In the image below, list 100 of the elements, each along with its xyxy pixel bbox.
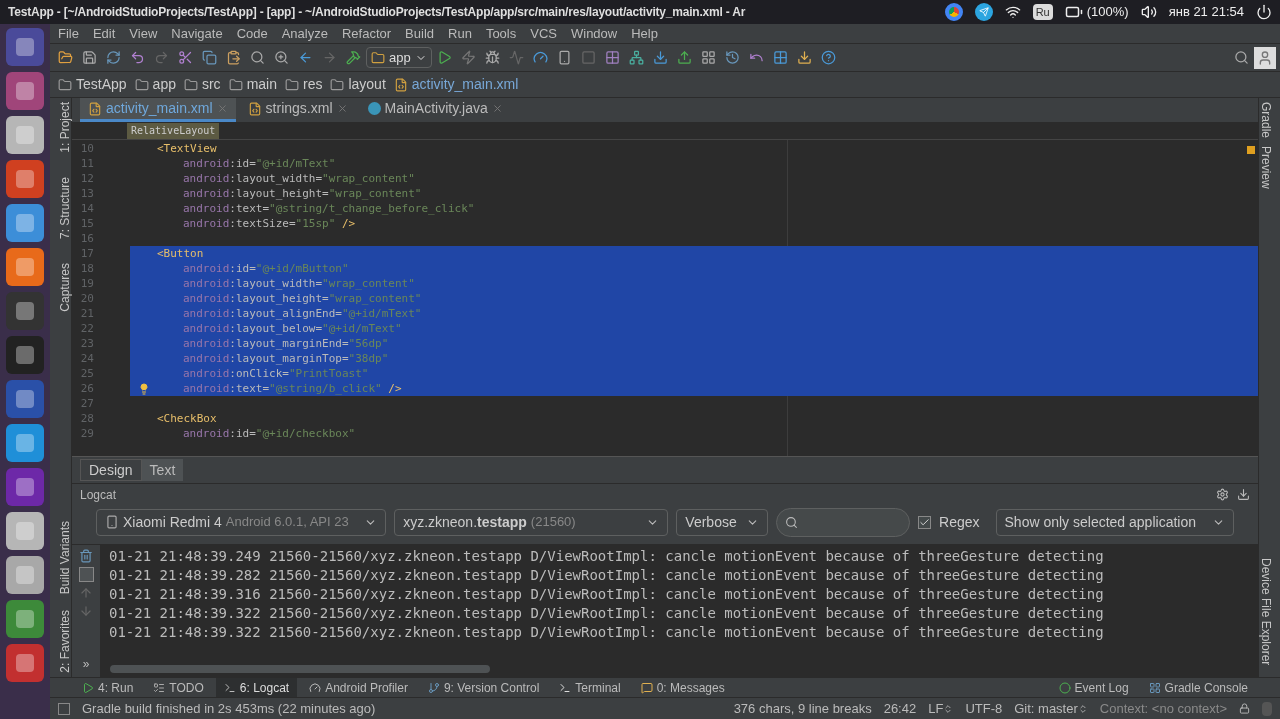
memory-indicator (1262, 701, 1272, 716)
trash-icon[interactable] (79, 549, 93, 563)
status-item[interactable]: LF (928, 698, 954, 719)
scrollbar[interactable] (110, 665, 490, 673)
code-line: android:layout_below="@+id/mText" (182, 321, 402, 336)
logcat-icon (223, 681, 236, 694)
hide-panel-icon[interactable] (1237, 488, 1250, 501)
tool-window-button[interactable]: TODO (145, 677, 212, 698)
editor-tab[interactable]: MainActivity.java (359, 98, 511, 122)
device-dropdown[interactable]: Xiaomi Redmi 4 Android 6.0.1, API 23 (96, 508, 387, 536)
log-line: 01-21 21:48:39.322 21560-21560/xyz.zkneon.testapp D/ViewRootImpl: cancle motionEvent because of threeGesture detecting (109, 623, 1105, 642)
tool-window-button[interactable]: Android Profiler (301, 677, 416, 698)
tool-window-tab[interactable]: Gradle (1261, 102, 1278, 139)
menu-item[interactable]: Window (570, 23, 618, 44)
breadcrumb-item[interactable]: activity_main.xml (411, 74, 519, 95)
wifi-icon[interactable] (1004, 4, 1021, 20)
tag-breadcrumb[interactable]: RelativeLayout (127, 122, 220, 139)
more-button[interactable]: » (82, 655, 90, 677)
filter-dropdown[interactable]: Show only selected application (995, 508, 1234, 536)
regex-checkbox[interactable] (918, 515, 932, 529)
line-number: 24 (79, 351, 94, 366)
keyboard-layout-indicator[interactable]: Ru (1032, 3, 1053, 21)
menu-item[interactable]: Edit (92, 23, 116, 44)
code-line: android:text="@string/t_change_before_click" (182, 201, 475, 216)
lock-icon[interactable] (1239, 703, 1250, 714)
log-level-dropdown[interactable]: Verbose (676, 508, 768, 536)
status-item[interactable]: 26:42 (883, 698, 917, 719)
log-line: 01-21 21:48:39.249 21560-21560/xyz.zkneon.testapp D/ViewRootImpl: cancle motionEvent because of threeGesture detecting (109, 547, 1105, 566)
tool-window-button[interactable]: 4: Run (74, 677, 142, 698)
toggle-panels-icon[interactable] (58, 702, 70, 715)
battery-level: (100%) (1086, 3, 1129, 22)
tool-window-button[interactable]: 6: Logcat (215, 677, 298, 698)
view-tab[interactable]: Design (80, 459, 142, 481)
messenger-icon[interactable] (974, 3, 993, 21)
line-number: 26 (79, 381, 94, 396)
down-arrow-icon[interactable] (79, 604, 93, 618)
menu-item[interactable]: Refactor (341, 23, 392, 44)
messages-icon (640, 681, 653, 694)
power-icon[interactable] (1256, 4, 1272, 20)
search-field[interactable] (775, 507, 911, 537)
tool-window-button[interactable]: 0: Messages (632, 677, 733, 698)
breadcrumb-item[interactable]: main (246, 74, 277, 95)
line-number: 11 (79, 156, 94, 171)
clock[interactable]: янв 21 21:54 (1168, 2, 1244, 22)
editor-tab[interactable]: strings.xml (239, 98, 356, 122)
code-line: android:onClick="PrintToast" (182, 366, 369, 381)
menu-item[interactable]: Navigate (171, 23, 223, 44)
folder-icon (228, 77, 243, 92)
folder-icon (58, 77, 72, 92)
menu-item[interactable]: Code (236, 23, 268, 44)
menu-item[interactable]: Run (448, 23, 472, 44)
folder-icon (371, 50, 385, 65)
editor-tab[interactable]: activity_main.xml (80, 98, 236, 122)
lightbulb-icon[interactable] (138, 382, 150, 395)
line-number: 10 (79, 141, 94, 156)
tool-window-button[interactable]: Terminal (551, 677, 629, 698)
line-number: 28 (79, 411, 94, 426)
log-line: 01-21 21:48:39.322 21560-21560/xyz.zkneon.testapp D/ViewRootImpl: cancle motionEvent because of threeGesture detecting (109, 604, 1105, 623)
tool-window-tab[interactable]: Preview (1261, 146, 1278, 189)
tool-window-tab[interactable]: 7: Structure (52, 176, 69, 239)
breadcrumb-item[interactable]: app (152, 74, 176, 95)
menu-item[interactable]: Analyze (281, 23, 328, 44)
status-item[interactable]: UTF-8 (965, 698, 1003, 719)
menu-item[interactable]: Build (405, 23, 434, 44)
tool-window-tab[interactable]: Device File Explorer (1261, 557, 1278, 665)
status-item[interactable]: 376 chars, 9 line breaks (733, 698, 872, 719)
line-number: 21 (79, 306, 94, 321)
process-dropdown[interactable]: xyz.zkneon.testapp (21560) (394, 508, 669, 536)
run-configuration-dropdown[interactable]: app (366, 47, 432, 68)
todo-icon (153, 681, 166, 694)
status-item[interactable]: Git: master (1014, 698, 1088, 719)
tool-window-button[interactable]: 9: Version Control (419, 677, 548, 698)
menu-item[interactable]: VCS (530, 23, 557, 44)
close-icon[interactable] (491, 103, 503, 114)
close-icon[interactable] (336, 103, 348, 114)
breadcrumb-item[interactable]: res (303, 74, 323, 95)
line-number: 19 (79, 276, 94, 291)
panel-title: Logcat (80, 486, 118, 504)
view-tab[interactable]: Text (141, 459, 184, 481)
menu-item[interactable]: View (129, 23, 158, 44)
menu-item[interactable]: Help (631, 23, 658, 44)
menu-item[interactable]: File (58, 23, 79, 44)
browser-icon[interactable] (944, 3, 963, 21)
breadcrumb-item[interactable]: layout (348, 74, 386, 95)
line-number: 13 (79, 186, 94, 201)
volume-icon[interactable] (1140, 4, 1157, 20)
code-line: android:id="@+id/mText" (182, 156, 336, 171)
status-item[interactable]: Context: <no context> (1099, 698, 1227, 719)
run-icon (82, 681, 94, 694)
tool-window-tab[interactable]: 2: Favorites (52, 610, 69, 673)
menu-item[interactable]: Tools (485, 23, 517, 44)
tool-window-button[interactable]: Gradle Console (1140, 677, 1256, 698)
tool-window-button[interactable]: Event Log (1050, 677, 1137, 698)
breadcrumb-item[interactable]: src (201, 74, 221, 95)
breadcrumb-item[interactable]: TestApp (76, 74, 127, 95)
tool-window-tab[interactable]: Build Variants (52, 521, 69, 595)
code-line: android:layout_height="wrap_content" (182, 291, 422, 306)
user-icon[interactable] (1254, 46, 1276, 69)
settings-icon[interactable] (1216, 488, 1229, 501)
up-arrow-icon[interactable] (79, 586, 93, 600)
